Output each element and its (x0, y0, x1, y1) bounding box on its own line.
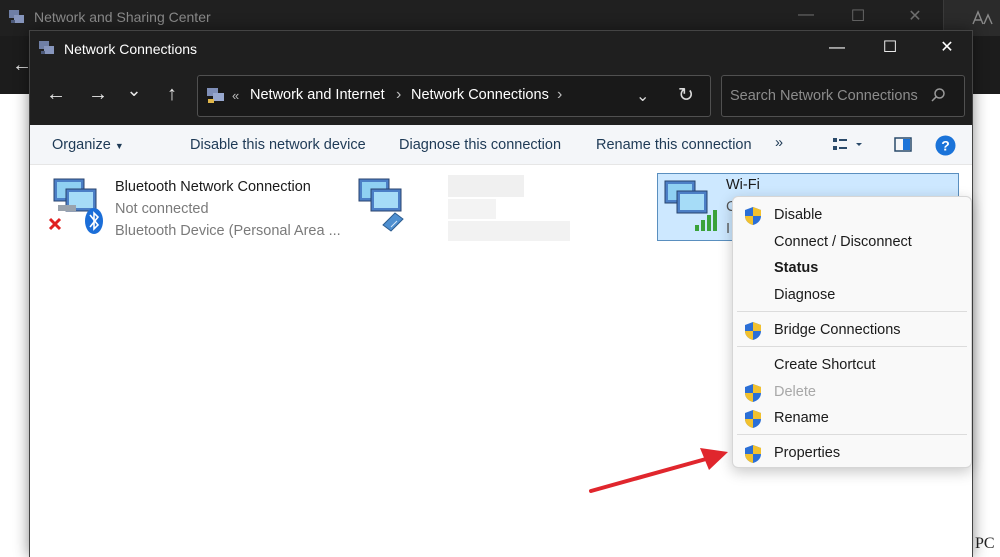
search-icon[interactable] (930, 87, 946, 103)
refresh-icon[interactable]: ↻ (678, 84, 694, 107)
navigation-bar: ← → ⌄ ↑ « Network and Internet › Network… (30, 66, 972, 125)
diagnose-connection-button[interactable]: Diagnose this connection (399, 137, 561, 153)
close-button[interactable]: ✕ (927, 37, 967, 61)
connection-name: Bluetooth Network Connection (115, 179, 311, 195)
bluetooth-network-icon (48, 178, 103, 234)
window-title: Network Connections (64, 41, 198, 57)
connection-ethernet[interactable] (355, 175, 570, 241)
maximize-button[interactable]: ☐ (870, 37, 910, 61)
address-overflow[interactable]: « (232, 88, 239, 103)
connection-device: Bluetooth Device (Personal Area ... (115, 223, 341, 239)
titlebar: Network Connections — ☐ ✕ (30, 31, 972, 66)
network-center-icon (9, 10, 24, 23)
ethernet-network-icon (358, 178, 404, 232)
breadcrumb-network-connections[interactable]: Network Connections (411, 87, 549, 103)
redacted-name (448, 175, 524, 197)
menu-item-create-shortcut[interactable]: Create Shortcut (733, 352, 971, 378)
menu-item-properties[interactable]: Properties (733, 440, 971, 466)
menu-item-diagnose[interactable]: Diagnose (733, 282, 971, 308)
disable-device-button[interactable]: Disable this network device (190, 137, 366, 153)
menu-item-status[interactable]: Status (733, 255, 971, 281)
menu-item-label: Status (774, 260, 819, 276)
menu-item-disable[interactable]: Disable (733, 202, 971, 228)
menu-item-label: Connect / Disconnect (774, 234, 912, 250)
menu-separator (737, 311, 967, 312)
uac-shield-icon (745, 322, 761, 340)
help-icon[interactable]: ? (935, 135, 956, 156)
organize-label: Organize (52, 137, 111, 153)
menu-item-bridge-connections[interactable]: Bridge Connections (733, 317, 971, 343)
menu-item-label: Disable (774, 207, 823, 223)
connection-status: Not connected (115, 201, 209, 217)
wifi-network-icon (664, 180, 717, 231)
network-connections-icon (39, 41, 54, 54)
organize-dropdown-icon: ▼ (114, 141, 124, 151)
menu-item-label: Diagnose (774, 287, 836, 303)
help-glyph: ? (941, 138, 950, 154)
forward-button[interactable]: → (85, 83, 111, 105)
up-button[interactable]: ↑ (159, 83, 185, 105)
redacted-device (448, 221, 570, 241)
background-corner-text: PC (975, 535, 995, 552)
read-aloud-icon[interactable] (972, 10, 994, 26)
breadcrumb-separator[interactable]: › (396, 86, 401, 104)
uac-shield-icon (745, 445, 761, 463)
menu-item-label: Rename (774, 410, 829, 426)
redacted-status (448, 199, 496, 219)
address-bar[interactable]: « Network and Internet › Network Connect… (197, 75, 711, 117)
context-menu: Disable Connect / Disconnect Status Diag… (732, 196, 972, 468)
more-commands-button[interactable]: » (775, 135, 783, 151)
rename-connection-button[interactable]: Rename this connection (596, 137, 752, 153)
preview-pane-icon[interactable] (894, 136, 912, 154)
uac-shield-icon (745, 207, 761, 225)
breadcrumb-separator-end[interactable]: › (557, 86, 562, 104)
menu-separator (737, 434, 967, 435)
network-location-icon (207, 88, 224, 103)
address-dropdown-icon[interactable]: ⌄ (636, 86, 649, 106)
uac-shield-icon (745, 384, 761, 402)
uac-shield-icon (745, 410, 761, 428)
menu-item-label: Create Shortcut (774, 357, 876, 373)
menu-item-rename[interactable]: Rename (733, 405, 971, 431)
background-maximize-button[interactable]: ☐ (843, 6, 873, 26)
menu-item-label: Delete (774, 384, 816, 400)
breadcrumb-network-and-internet[interactable]: Network and Internet (250, 87, 385, 103)
background-close-button[interactable]: ✕ (900, 6, 930, 26)
menu-item-delete: Delete (733, 379, 971, 405)
connection-bluetooth[interactable]: Bluetooth Network Connection Not connect… (48, 175, 341, 241)
background-window-title: Network and Sharing Center (34, 9, 211, 25)
menu-separator (737, 346, 967, 347)
connection-name: Wi-Fi (726, 177, 760, 193)
menu-item-label: Bridge Connections (774, 322, 901, 338)
background-content-edge (972, 94, 1000, 557)
command-bar: Organize ▼ Disable this network device D… (30, 125, 972, 165)
menu-item-label: Properties (774, 445, 841, 461)
background-minimize-button[interactable]: — (791, 6, 821, 24)
search-input[interactable]: Search Network Connections (721, 75, 965, 117)
menu-item-connect-disconnect[interactable]: Connect / Disconnect (733, 229, 971, 255)
organize-menu[interactable]: Organize ▼ (52, 137, 124, 153)
back-button[interactable]: ← (43, 83, 69, 105)
minimize-button[interactable]: — (817, 37, 857, 61)
view-options-icon[interactable] (832, 136, 862, 154)
connection-device: I (726, 221, 731, 237)
recent-locations-button[interactable]: ⌄ (121, 79, 147, 101)
